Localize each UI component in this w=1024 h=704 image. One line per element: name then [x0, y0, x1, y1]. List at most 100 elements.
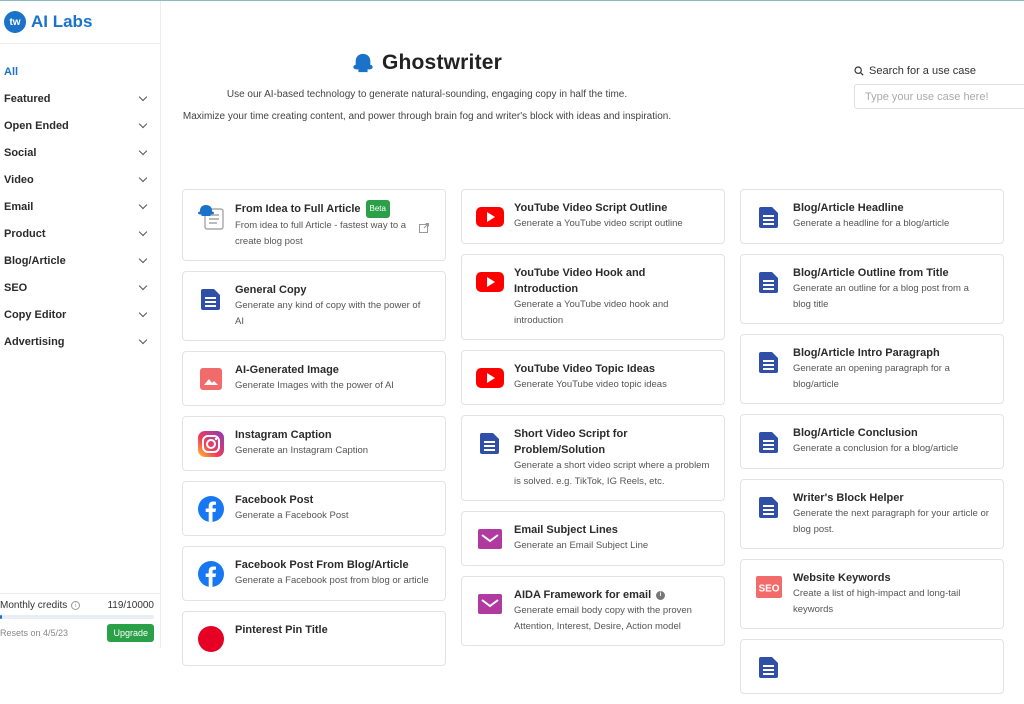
use-case-card[interactable]: Blog/Article Conclusion Generate a conclu… — [740, 414, 1004, 469]
beta-badge: Beta — [365, 200, 390, 218]
use-case-card[interactable]: Blog/Article Headline Generate a headline… — [740, 189, 1004, 244]
sidebar-item-label: Social — [4, 146, 37, 159]
use-case-card[interactable]: YouTube Video Topic Ideas Generate YouTub… — [461, 350, 725, 405]
card-title: General Copy — [235, 284, 307, 296]
use-case-card[interactable] — [740, 639, 1004, 694]
image-icon — [197, 365, 225, 393]
use-case-card[interactable]: YouTube Video Script Outline Generate a Y… — [461, 189, 725, 244]
chevron-down-icon — [138, 92, 148, 102]
document-icon — [755, 348, 783, 376]
sidebar-item-label: Email — [4, 200, 34, 213]
search-section: Search for a use case — [854, 65, 1024, 109]
credits-label: Monthly credits — [0, 600, 68, 611]
chevron-down-icon — [138, 281, 148, 291]
email-icon — [476, 525, 504, 553]
sidebar-item-blog-article[interactable]: Blog/Article — [0, 247, 160, 274]
pinterest-icon — [197, 625, 225, 653]
use-case-card[interactable]: SEO Website Keywords Create a list of high… — [740, 559, 1004, 629]
chevron-down-icon — [138, 254, 148, 264]
card-title: Facebook Post From Blog/Article — [235, 559, 409, 571]
page-title: Ghostwriter — [381, 51, 503, 74]
brand[interactable]: tw AI Labs — [0, 1, 160, 44]
use-case-column-1: From Idea to Full Article Beta From idea t… — [182, 189, 446, 676]
sidebar-item-all[interactable]: All — [0, 58, 160, 85]
sidebar-item-advertising[interactable]: Advertising — [0, 328, 160, 355]
use-case-column-2: YouTube Video Script Outline Generate a Y… — [461, 189, 725, 656]
sidebar-item-social[interactable]: Social — [0, 139, 160, 166]
card-title: Facebook Post — [235, 494, 314, 506]
card-title: Writer's Block Helper — [793, 492, 904, 504]
info-icon[interactable]: i — [71, 601, 81, 610]
chevron-down-icon — [138, 146, 148, 156]
sidebar: tw AI Labs All Featured Open Ended Social Vi… — [0, 1, 161, 648]
card-description: Generate a short video script where a pr… — [514, 460, 710, 487]
upgrade-button[interactable]: Upgrade — [107, 624, 154, 642]
use-case-card[interactable]: AIDA Framework for email i Generate email … — [461, 576, 725, 646]
info-icon[interactable]: i — [656, 590, 666, 600]
use-case-card[interactable]: From Idea to Full Article Beta From idea t… — [182, 189, 446, 261]
card-description: Generate a headline for a blog/article — [793, 218, 950, 229]
sidebar-item-label: Product — [4, 227, 46, 240]
card-title: Blog/Article Outline from Title — [793, 267, 949, 279]
sidebar-item-video[interactable]: Video — [0, 166, 160, 193]
sidebar-item-open-ended[interactable]: Open Ended — [0, 112, 160, 139]
document-icon — [755, 428, 783, 456]
brand-name: AI Labs — [31, 12, 93, 31]
use-case-card[interactable]: Email Subject Lines Generate an Email Sub… — [461, 511, 725, 566]
card-title: Email Subject Lines — [514, 524, 618, 536]
youtube-icon — [476, 203, 504, 231]
document-icon — [476, 429, 504, 457]
card-description: Generate the next paragraph for your art… — [793, 508, 989, 535]
card-title: Short Video Script for Problem/Solution — [514, 428, 628, 456]
card-title: AIDA Framework for email — [514, 589, 652, 601]
card-description: Create a list of high-impact and long-ta… — [793, 588, 961, 615]
use-case-card[interactable]: Facebook Post Generate a Facebook Post — [182, 481, 446, 536]
card-title: Blog/Article Intro Paragraph — [793, 347, 940, 359]
card-description: Generate an Instagram Caption — [235, 445, 369, 456]
credits-reset-date: Resets on 4/5/23 — [0, 628, 69, 638]
card-description: Generate an outline for a blog post from… — [793, 283, 969, 310]
sidebar-item-label: Video — [4, 173, 34, 186]
sidebar-item-email[interactable]: Email — [0, 193, 160, 220]
hero-subtitle-2: Maximize your time creating content, and… — [182, 111, 672, 122]
card-title: Website Keywords — [793, 572, 891, 584]
use-case-card[interactable]: Writer's Block Helper Generate the next p… — [740, 479, 1004, 549]
card-description: Generate YouTube video topic ideas — [514, 379, 667, 390]
use-case-card[interactable]: Short Video Script for Problem/Solution G… — [461, 415, 725, 501]
card-description: Generate a conclusion for a blog/article — [793, 443, 959, 454]
use-case-card[interactable]: Instagram Caption Generate an Instagram C… — [182, 416, 446, 471]
document-icon — [197, 285, 225, 313]
chevron-down-icon — [138, 119, 148, 129]
card-description: Generate any kind of copy with the power… — [235, 300, 421, 327]
card-description: Generate a YouTube video script outline — [514, 218, 683, 229]
chevron-down-icon — [138, 335, 148, 345]
card-description: Generate a Facebook post from blog or ar… — [235, 575, 429, 586]
hero: Ghostwriter Use our AI-based technology … — [162, 51, 692, 122]
card-description: Generate a YouTube video hook and introd… — [514, 299, 669, 326]
main-content: Ghostwriter Use our AI-based technology … — [162, 1, 1024, 694]
sidebar-item-label: All — [4, 65, 19, 78]
use-case-card[interactable]: Facebook Post From Blog/Article Generate … — [182, 546, 446, 601]
use-case-card[interactable]: Blog/Article Outline from Title Generate … — [740, 254, 1004, 324]
sidebar-item-seo[interactable]: SEO — [0, 274, 160, 301]
use-case-card[interactable]: General Copy Generate any kind of copy wi… — [182, 271, 446, 341]
search-label: Search for a use case — [869, 65, 977, 77]
document-icon — [755, 653, 783, 681]
external-link-icon[interactable] — [419, 220, 429, 233]
use-case-card[interactable]: AI-Generated Image Generate Images with t… — [182, 351, 446, 406]
chevron-down-icon — [138, 227, 148, 237]
sidebar-item-label: Advertising — [4, 335, 65, 348]
search-input[interactable] — [854, 84, 1024, 109]
sidebar-item-label: Open Ended — [4, 119, 69, 132]
use-case-card[interactable]: Blog/Article Intro Paragraph Generate an … — [740, 334, 1004, 404]
sidebar-item-featured[interactable]: Featured — [0, 85, 160, 112]
document-icon — [755, 203, 783, 231]
card-description: Generate a Facebook Post — [235, 510, 349, 521]
use-case-card[interactable]: YouTube Video Hook and Introduction Gener… — [461, 254, 725, 340]
use-case-column-3: Blog/Article Headline Generate a headline… — [740, 189, 1004, 704]
use-case-card[interactable]: Pinterest Pin Title — [182, 611, 446, 666]
sidebar-item-copy-editor[interactable]: Copy Editor — [0, 301, 160, 328]
sidebar-item-product[interactable]: Product — [0, 220, 160, 247]
card-title: YouTube Video Hook and Introduction — [514, 267, 646, 295]
card-title: YouTube Video Script Outline — [514, 202, 668, 214]
